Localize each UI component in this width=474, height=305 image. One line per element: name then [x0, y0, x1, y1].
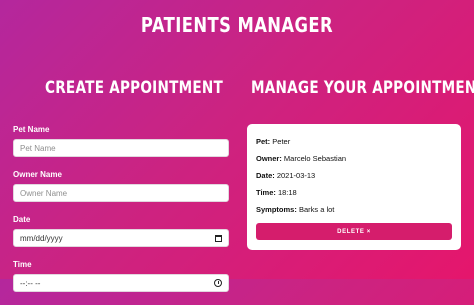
pet-name-label: Pet Name: [13, 125, 50, 134]
time-input[interactable]: --:-- --: [13, 274, 229, 292]
date-placeholder: mm/dd/yyyy: [20, 233, 63, 243]
appointment-form: Pet Name Pet Name Owner Name Owner Name …: [13, 125, 229, 305]
delete-button[interactable]: DELETE ×: [256, 223, 452, 240]
date-label: Date: [13, 215, 31, 224]
appointment-date-value: 2021-03-13: [276, 171, 316, 180]
appointment-symptoms-row: Symptoms: Barks a lot: [256, 205, 452, 214]
appointment-owner-label: Owner:: [256, 154, 284, 163]
owner-name-placeholder: Owner Name: [20, 188, 68, 198]
appointment-time-value: 18:18: [277, 188, 297, 197]
owner-name-label: Owner Name: [13, 170, 62, 179]
appointment-symptoms-value: Barks a lot: [298, 205, 335, 214]
clock-icon[interactable]: [214, 279, 222, 287]
appointment-symptoms-label: Symptoms:: [256, 205, 299, 214]
appointment-time-row: Time: 18:18: [256, 188, 452, 197]
time-label: Time: [13, 260, 32, 269]
appointment-pet-label: Pet:: [256, 137, 273, 146]
manage-appointments-heading: MANAGE YOUR APPOINTMENTS: [251, 78, 474, 98]
date-input[interactable]: mm/dd/yyyy: [13, 229, 229, 247]
pet-name-placeholder: Pet Name: [20, 143, 56, 153]
appointment-date-row: Date: 2021-03-13: [256, 171, 452, 180]
appointment-pet-row: Pet: Peter: [256, 137, 452, 146]
calendar-icon[interactable]: [215, 234, 222, 242]
appointment-owner-row: Owner: Marcelo Sebastian: [256, 154, 452, 163]
time-placeholder: --:-- --: [20, 278, 41, 288]
appointment-time-label: Time:: [256, 188, 278, 197]
create-appointment-heading: CREATE APPOINTMENT: [45, 78, 224, 98]
pet-name-input[interactable]: Pet Name: [13, 139, 229, 157]
appointment-owner-value: Marcelo Sebastian: [283, 154, 347, 163]
app-title: PATIENTS MANAGER: [140, 13, 334, 37]
owner-name-input[interactable]: Owner Name: [13, 184, 229, 202]
appointment-date-label: Date:: [256, 171, 277, 180]
appointment-card: Pet: Peter Owner: Marcelo Sebastian Date…: [247, 124, 461, 250]
appointment-pet-value: Peter: [272, 137, 291, 146]
